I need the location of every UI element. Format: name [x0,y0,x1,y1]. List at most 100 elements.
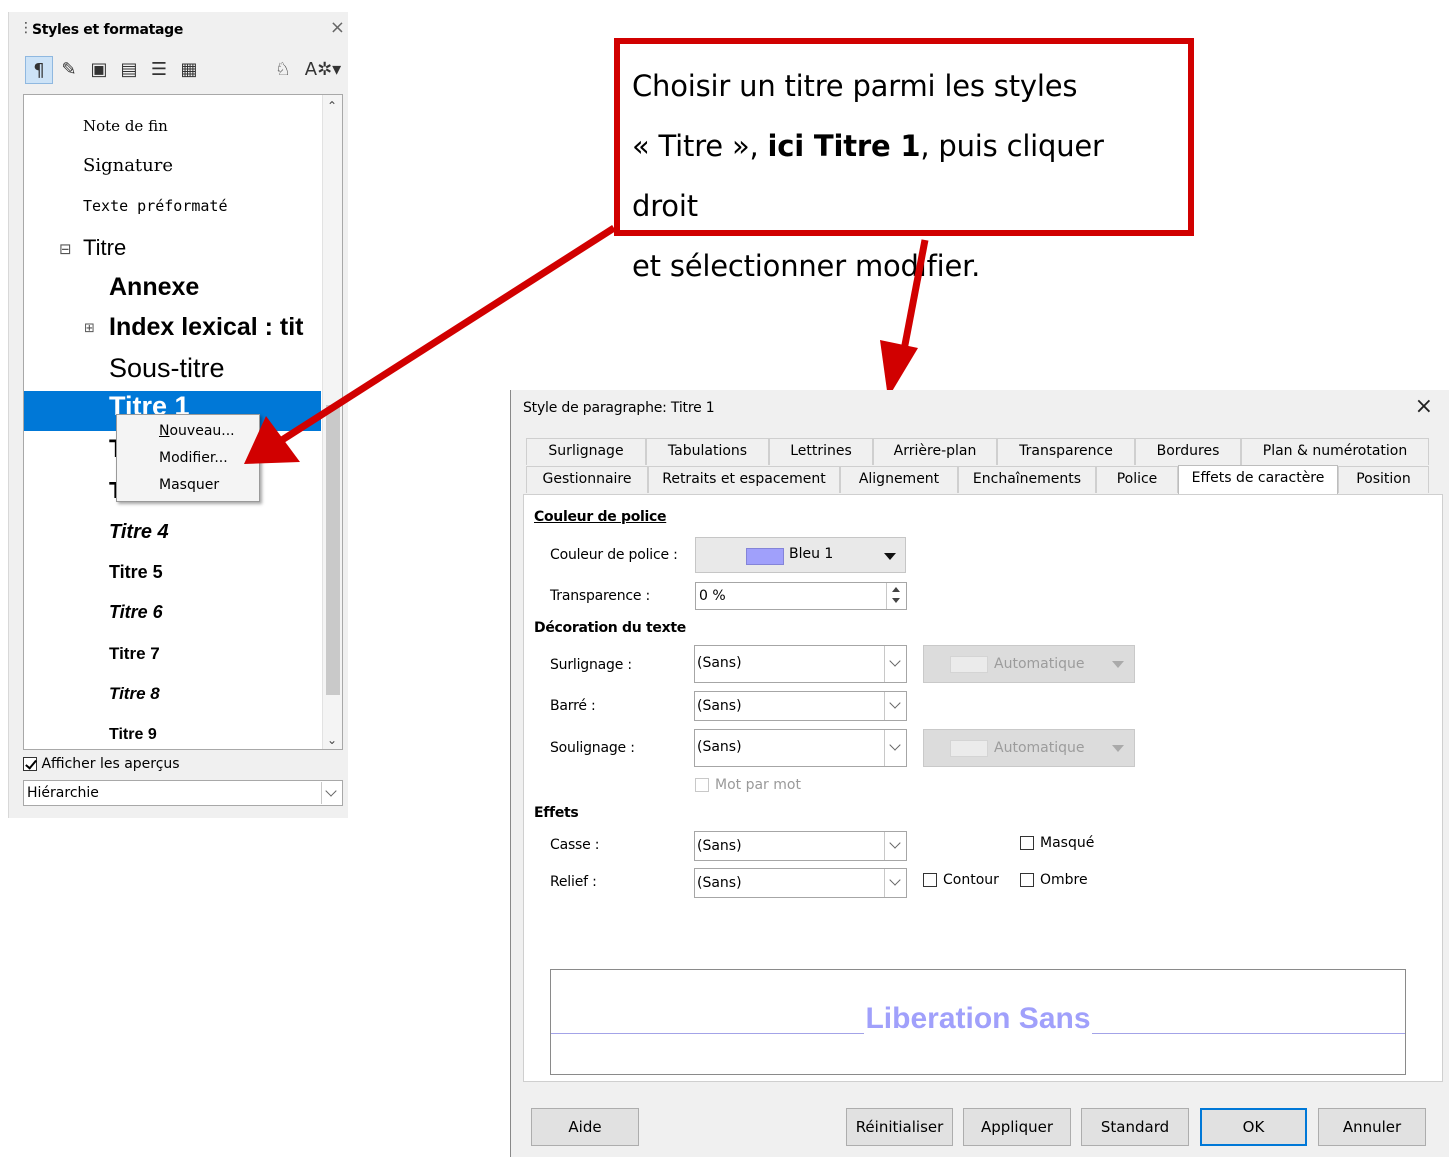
apply-button[interactable]: Appliquer [963,1108,1071,1146]
list-scrollbar[interactable]: ⌃ ⌄ [322,95,342,749]
chevron-down-icon [889,739,901,751]
tab-tabulations[interactable]: Tabulations [646,438,769,465]
dropdown-button[interactable] [321,782,341,804]
menu-item-nouveau[interactable]: Nouveau... [159,423,235,439]
scroll-thumb[interactable] [326,405,340,695]
menu-item-nouveau-label: ouveau... [169,423,235,439]
overline-value: (Sans) [697,655,742,671]
dropdown-button[interactable] [884,869,906,897]
dropdown-button[interactable] [884,832,906,860]
frame-styles-icon[interactable]: ▣ [85,56,113,84]
word-by-word-label: Mot par mot [715,777,801,793]
style-item-index-lexical[interactable]: Index lexical : tit [109,313,321,342]
relief-label: Relief : [550,874,597,890]
tab-lettrines[interactable]: Lettrines [769,438,873,465]
outline-label: Contour [943,872,999,888]
shadow-checkbox[interactable] [1020,873,1034,887]
help-button[interactable]: Aide [531,1108,639,1146]
scroll-up-icon[interactable]: ⌃ [327,99,337,113]
style-item-sous-titre[interactable]: Sous-titre [109,353,342,384]
word-by-word-row[interactable]: Mot par mot [695,777,801,793]
table-styles-icon[interactable]: ▦ [175,56,203,84]
expand-toggle-icon[interactable]: ⊞ [84,321,95,336]
tab-effets-de-caractere[interactable]: Effets de caractère [1178,465,1338,494]
style-item-titre[interactable]: Titre [83,235,342,261]
tab-bordures[interactable]: Bordures [1135,438,1241,465]
dropdown-button[interactable] [884,730,906,766]
tab-plan-numerotation[interactable]: Plan & numérotation [1241,438,1429,465]
cancel-button[interactable]: Annuler [1318,1108,1426,1146]
tab-surlignage[interactable]: Surlignage [526,438,646,465]
underline-label: Soulignage : [550,740,635,756]
outline-checkbox[interactable] [923,873,937,887]
close-icon[interactable]: × [1415,394,1433,419]
character-styles-icon[interactable]: ✎ [55,56,83,84]
character-effects-panel: Couleur de police Couleur de police : Bl… [523,494,1443,1082]
show-previews-checkbox[interactable] [23,757,37,771]
drag-grip-icon[interactable]: ⋮ [19,20,33,36]
outline-row[interactable]: Contour [923,872,999,888]
transparency-spinbox[interactable]: 0 % [695,582,907,610]
tab-alignement[interactable]: Alignement [840,466,958,493]
style-filter-value: Hiérarchie [27,785,99,801]
word-by-word-checkbox[interactable] [695,778,709,792]
tab-retraits-espacement[interactable]: Retraits et espacement [648,466,840,493]
relief-value: (Sans) [697,875,742,891]
style-item-titre-4[interactable]: Titre 4 [109,521,342,544]
show-previews-row[interactable]: Afficher les aperçus [23,756,343,778]
menu-item-modifier[interactable]: Modifier... [159,450,228,466]
relief-select[interactable]: (Sans) [694,868,907,898]
tab-gestionnaire[interactable]: Gestionnaire [526,466,648,493]
section-text-decoration: Décoration du texte [534,620,686,636]
page-styles-icon[interactable]: ▤ [115,56,143,84]
style-item-titre-8[interactable]: Titre 8 [109,684,342,704]
style-filter-select[interactable]: Hiérarchie [23,780,343,806]
overline-select[interactable]: (Sans) [694,645,907,683]
style-item-note-de-fin[interactable]: Note de fin [83,117,342,135]
tab-arriere-plan[interactable]: Arrière-plan [873,438,997,465]
dropdown-button[interactable] [884,692,906,720]
menu-item-masquer[interactable]: Masquer [159,477,219,493]
reset-button[interactable]: Réinitialiser [846,1108,953,1146]
spin-down-icon[interactable] [892,598,900,603]
spin-up-icon[interactable] [892,587,900,592]
chevron-down-icon [889,837,901,849]
style-item-texte-preformate[interactable]: Texte préformaté [83,197,342,215]
style-item-titre-9[interactable]: Titre 9 [109,726,342,744]
ok-button[interactable]: OK [1200,1108,1307,1146]
tab-enchainements[interactable]: Enchaînements [958,466,1096,493]
underline-select[interactable]: (Sans) [694,729,907,767]
scroll-down-icon[interactable]: ⌄ [327,733,337,747]
collapse-toggle-icon[interactable]: ⊟ [59,240,72,258]
case-label: Casse : [550,837,600,853]
style-item-titre-6[interactable]: Titre 6 [109,602,342,623]
shadow-row[interactable]: Ombre [1020,872,1088,888]
panel-title: Styles et formatage [32,22,184,38]
underline-color-dropdown[interactable]: Automatique [923,729,1135,767]
case-select[interactable]: (Sans) [694,831,907,861]
hidden-row[interactable]: Masqué [1020,835,1094,851]
standard-button[interactable]: Standard [1081,1108,1189,1146]
paragraph-styles-icon[interactable]: ¶ [25,56,53,84]
fill-format-icon[interactable]: ♘ [269,56,297,84]
dropdown-arrow-icon [884,553,896,560]
style-item-signature[interactable]: Signature [83,155,342,176]
style-item-titre-5[interactable]: Titre 5 [109,562,342,583]
font-color-label: Couleur de police : [550,547,678,563]
style-item-annexe[interactable]: Annexe [109,273,342,302]
strikethrough-select[interactable]: (Sans) [694,691,907,721]
hidden-checkbox[interactable] [1020,836,1034,850]
tab-transparence[interactable]: Transparence [997,438,1135,465]
spin-buttons[interactable] [886,583,906,609]
list-styles-icon[interactable]: ☰ [145,56,173,84]
tab-position[interactable]: Position [1338,466,1429,493]
overline-color-dropdown[interactable]: Automatique [923,645,1135,683]
preview-text: Liberation Sans [864,1002,1092,1035]
dropdown-button[interactable] [884,646,906,682]
close-icon[interactable]: × [330,17,345,38]
tab-police[interactable]: Police [1096,466,1178,493]
new-style-icon[interactable]: A✲▾ [301,56,345,84]
style-item-titre-7[interactable]: Titre 7 [109,644,342,664]
font-color-dropdown[interactable]: Bleu 1 [695,537,906,573]
chevron-down-icon [325,785,337,797]
